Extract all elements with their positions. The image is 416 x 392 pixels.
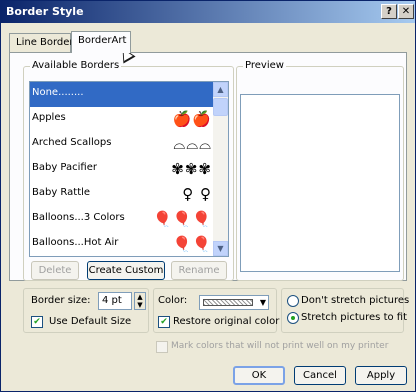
border-size-label: Border size: bbox=[31, 295, 91, 306]
restore-original-color-label: Restore original color bbox=[173, 316, 280, 327]
mark-colors-label: Mark colors that will not print well on … bbox=[171, 341, 389, 351]
list-item-balloons-3-colors[interactable]: Balloons...3 Colors 🎈🎈🎈 bbox=[30, 207, 214, 232]
color-label: Color: bbox=[158, 295, 188, 306]
borders-list: None........ Apples 🍎🍎 Arched Scallops ⌓… bbox=[30, 82, 214, 256]
dont-stretch-radio[interactable] bbox=[287, 295, 299, 307]
apples-art-icon: 🍎🍎 bbox=[172, 110, 212, 128]
scroll-thumb[interactable] bbox=[213, 98, 228, 116]
baby-pacifier-art-icon: ✾✾✾ bbox=[171, 160, 212, 178]
list-item-label: None........ bbox=[32, 87, 84, 98]
baby-rattle-art-icon: ♀ ♀ bbox=[182, 185, 212, 203]
border-preview bbox=[240, 94, 400, 272]
use-default-size-checkbox[interactable]: ✔ bbox=[31, 316, 43, 328]
rename-button[interactable]: Rename bbox=[171, 261, 227, 280]
help-button[interactable]: ? bbox=[381, 4, 397, 19]
tab-line-border[interactable]: Line Border bbox=[9, 33, 74, 52]
use-default-size-label: Use Default Size bbox=[49, 316, 132, 327]
apply-button[interactable]: Apply bbox=[355, 366, 407, 385]
border-style-dialog: Border Style ? ✕ Line Border BorderArt A… bbox=[0, 0, 416, 392]
scroll-down-icon[interactable]: ▼ bbox=[213, 241, 228, 256]
list-item-balloons-hot-air[interactable]: Balloons...Hot Air 🎈🎈 bbox=[30, 232, 214, 256]
borders-listbox[interactable]: None........ Apples 🍎🍎 Arched Scallops ⌓… bbox=[29, 81, 229, 257]
ok-button[interactable]: OK bbox=[233, 366, 285, 385]
list-item-label: Baby Pacifier bbox=[32, 162, 97, 173]
list-item-label: Balloons...3 Colors bbox=[32, 212, 125, 223]
balloons-3-colors-art-icon: 🎈🎈🎈 bbox=[152, 210, 212, 228]
delete-button[interactable]: Delete bbox=[31, 261, 79, 280]
tab-borderart[interactable]: BorderArt bbox=[71, 31, 131, 53]
stretch-to-fit-label: Stretch pictures to fit bbox=[301, 312, 408, 323]
border-size-input[interactable]: 4 pt bbox=[98, 292, 132, 310]
list-scrollbar[interactable]: ▲ ▼ bbox=[213, 82, 228, 256]
restore-original-color-checkbox[interactable]: ✔ bbox=[158, 316, 170, 328]
dropdown-arrow-icon: ▼ bbox=[259, 298, 266, 307]
title-bar[interactable]: Border Style ? ✕ bbox=[1, 1, 415, 23]
list-item-label: Baby Rattle bbox=[32, 187, 91, 198]
close-button[interactable]: ✕ bbox=[398, 4, 414, 19]
list-item-baby-pacifier[interactable]: Baby Pacifier ✾✾✾ bbox=[30, 157, 214, 182]
arched-scallops-art-icon: ⌓⌓⌓ bbox=[173, 135, 212, 153]
color-swatch bbox=[203, 299, 253, 306]
list-item-label: Balloons...Hot Air bbox=[32, 237, 119, 248]
list-item-arched-scallops[interactable]: Arched Scallops ⌓⌓⌓ bbox=[30, 132, 214, 157]
list-item-label: Apples bbox=[32, 112, 66, 123]
dialog-title: Border Style bbox=[6, 5, 84, 18]
stretch-to-fit-radio[interactable] bbox=[287, 312, 299, 324]
mark-colors-checkbox[interactable] bbox=[156, 341, 168, 353]
available-borders-label: Available Borders bbox=[30, 60, 122, 71]
color-dropdown[interactable]: ▼ bbox=[199, 295, 269, 310]
border-size-spinner[interactable]: ▲ ▼ bbox=[134, 292, 146, 310]
list-item-baby-rattle[interactable]: Baby Rattle ♀ ♀ bbox=[30, 182, 214, 207]
scroll-up-icon[interactable]: ▲ bbox=[213, 82, 228, 97]
list-item-none[interactable]: None........ bbox=[30, 82, 214, 107]
cancel-button[interactable]: Cancel bbox=[294, 366, 346, 385]
preview-label: Preview bbox=[243, 60, 286, 71]
list-item-label: Arched Scallops bbox=[32, 137, 112, 148]
create-custom-button[interactable]: Create Custom bbox=[87, 261, 165, 280]
balloons-hot-air-art-icon: 🎈🎈 bbox=[172, 235, 212, 253]
dont-stretch-label: Don't stretch pictures bbox=[301, 295, 410, 306]
list-item-apples[interactable]: Apples 🍎🍎 bbox=[30, 107, 214, 132]
